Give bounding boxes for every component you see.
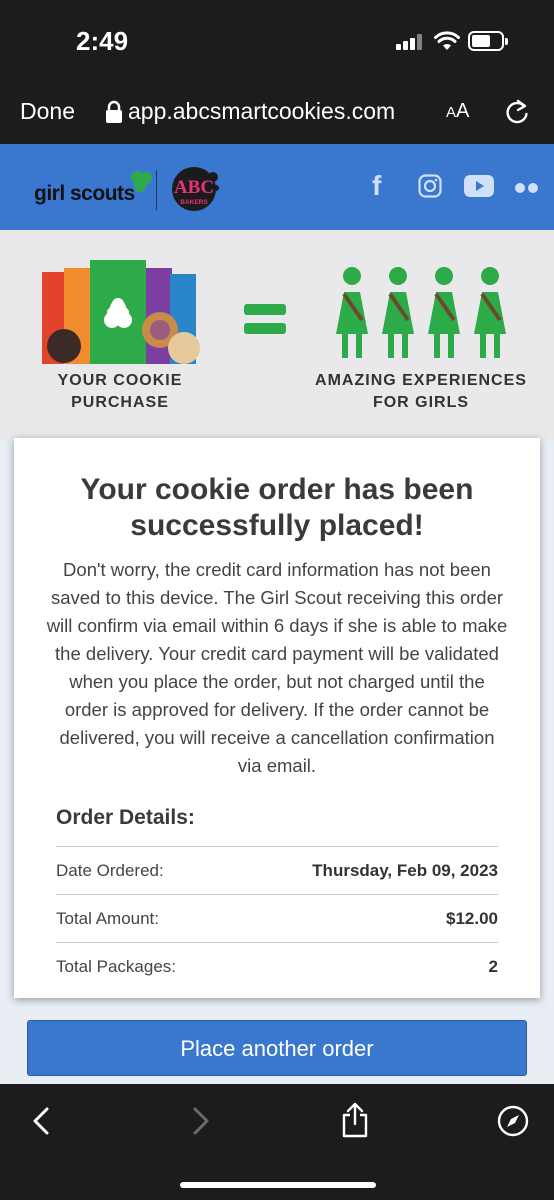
back-icon[interactable] (30, 1106, 52, 1136)
wifi-icon (434, 31, 460, 50)
total-amount-label: Total Amount: (56, 909, 160, 928)
compass-icon[interactable] (496, 1104, 530, 1138)
date-ordered-value: Thursday, Feb 09, 2023 (312, 861, 498, 880)
confirmation-message: Don't worry, the credit card information… (46, 559, 508, 776)
hero-caption-left: YOUR COOKIE PURCHASE (57, 372, 183, 411)
reload-icon[interactable] (504, 98, 530, 126)
battery-icon (468, 31, 508, 51)
facebook-icon[interactable]: f (372, 170, 381, 202)
status-time: 2:49 (76, 26, 129, 56)
instagram-icon[interactable] (418, 174, 442, 198)
site-header: girl scouts ABC BAKERS f (0, 144, 554, 230)
total-packages-label: Total Packages: (56, 957, 177, 976)
hero-caption-right: AMAZING EXPERIENCES FOR GIRLS (315, 372, 527, 411)
girl-scouts-logo[interactable]: girl scouts (34, 182, 135, 206)
detail-row-date: Date Ordered: Thursday, Feb 09, 2023 (56, 846, 498, 894)
cookie-boxes-illustration (42, 260, 200, 364)
lock-icon (106, 100, 122, 123)
confirmation-title: Your cookie order has been successfully … (80, 473, 474, 542)
place-another-order-button[interactable]: Place another order (27, 1020, 527, 1076)
total-packages-value: 2 (488, 957, 498, 976)
flickr-icon[interactable] (514, 182, 542, 194)
text-size-button[interactable]: AA (446, 100, 469, 123)
date-ordered-label: Date Ordered: (56, 861, 164, 880)
hero-banner: YOUR COOKIE PURCHASE AMAZING EXPERIENCES… (0, 230, 554, 440)
svg-text:BAKERS: BAKERS (180, 199, 208, 206)
done-button[interactable]: Done (20, 98, 75, 125)
status-bar: 2:49 (0, 0, 554, 84)
share-icon[interactable] (340, 1102, 370, 1138)
abc-bakers-logo[interactable]: ABC BAKERS (168, 164, 222, 214)
total-amount-value: $12.00 (446, 909, 498, 928)
cellular-signal-icon (396, 34, 424, 50)
girl-scouts-illustration (336, 267, 506, 358)
home-indicator (180, 1182, 376, 1188)
header-divider (156, 170, 157, 210)
trefoil-icon (131, 171, 152, 192)
order-details-heading: Order Details: (56, 806, 195, 829)
equals-icon (244, 304, 286, 334)
detail-row-amount: Total Amount: $12.00 (56, 894, 498, 942)
youtube-icon[interactable] (464, 175, 494, 197)
detail-row-packages: Total Packages: 2 (56, 942, 498, 990)
browser-url-bar: Done app.abcsmartcookies.com AA (0, 84, 554, 144)
svg-text:ABC: ABC (174, 177, 214, 198)
order-confirmation-card: Your cookie order has been successfully … (14, 438, 540, 998)
url-text[interactable]: app.abcsmartcookies.com (128, 98, 395, 125)
forward-icon[interactable] (190, 1106, 212, 1136)
